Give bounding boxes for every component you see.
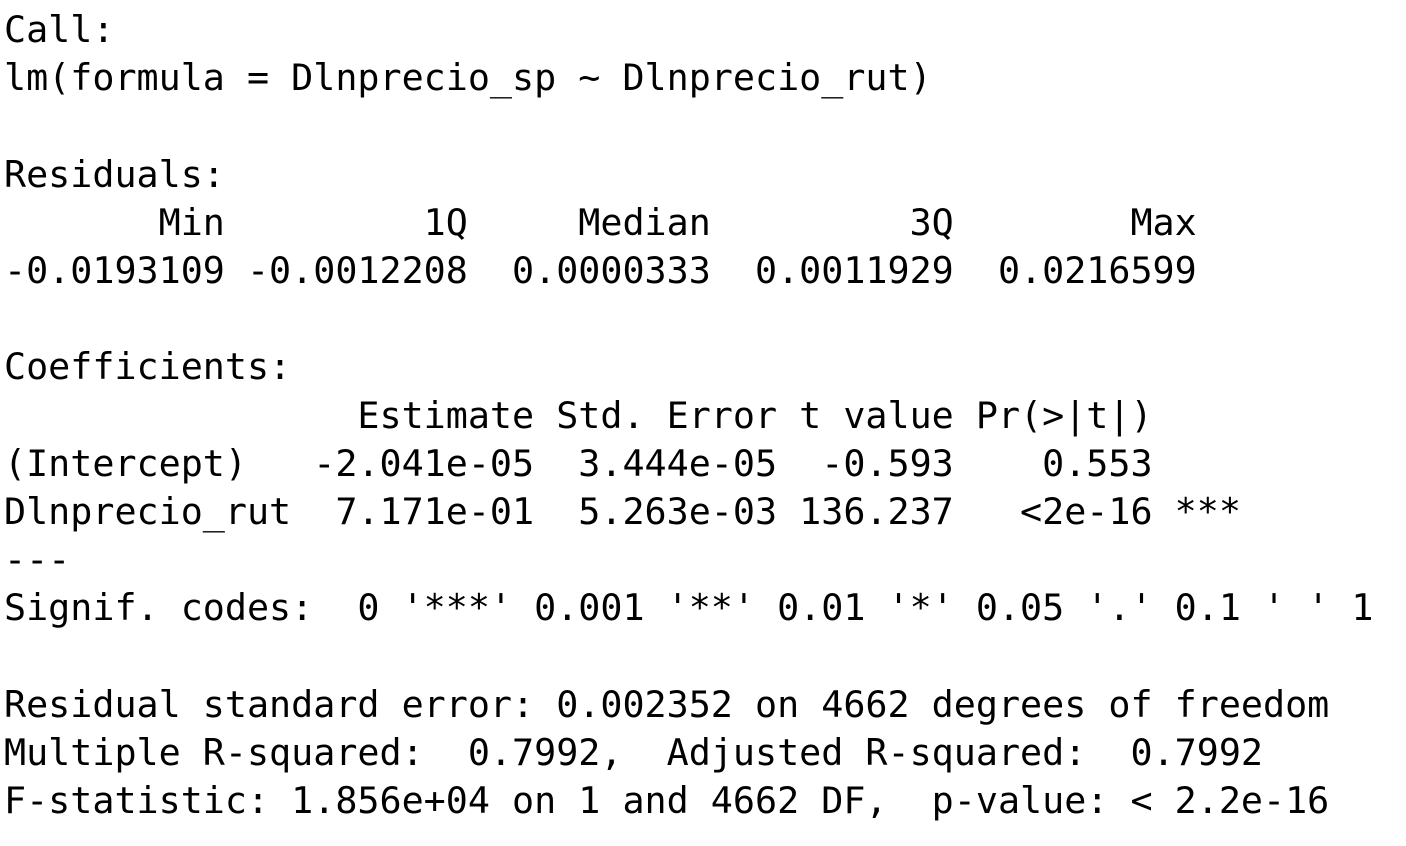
signif-codes: Signif. codes: 0 '***' 0.001 '**' 0.01 '… bbox=[4, 586, 1374, 630]
residuals-values: -0.0193109 -0.0012208 0.0000333 0.001192… bbox=[4, 248, 1219, 292]
r-console-output: Call: lm(formula = Dlnprecio_sp ~ Dlnprec… bbox=[4, 6, 1373, 825]
f-statistic-line: F-statistic: 1.856e+04 on 1 and 4662 DF,… bbox=[4, 779, 1330, 822]
separator-line: --- bbox=[4, 538, 71, 582]
residual-standard-error: Residual standard error: 0.002352 on 466… bbox=[4, 682, 1330, 726]
residuals-column-headers: Min 1Q Median 3Q Max bbox=[4, 200, 1219, 244]
call-formula: lm(formula = Dlnprecio_sp ~ Dlnprecio_ru… bbox=[4, 56, 932, 100]
coefficients-row-intercept: (Intercept) -2.041e-05 3.444e-05 -0.593 … bbox=[4, 441, 1241, 485]
coefficients-row-dlnprecio-rut: Dlnprecio_rut 7.171e-01 5.263e-03 136.23… bbox=[4, 489, 1241, 533]
coefficients-header: Coefficients: bbox=[4, 345, 292, 389]
coefficients-column-headers: Estimate Std. Error t value Pr(>|t|) bbox=[4, 393, 1241, 437]
call-header: Call: bbox=[4, 8, 115, 51]
residuals-header: Residuals: bbox=[4, 152, 225, 196]
r-squared-line: Multiple R-squared: 0.7992, Adjusted R-s… bbox=[4, 730, 1286, 774]
